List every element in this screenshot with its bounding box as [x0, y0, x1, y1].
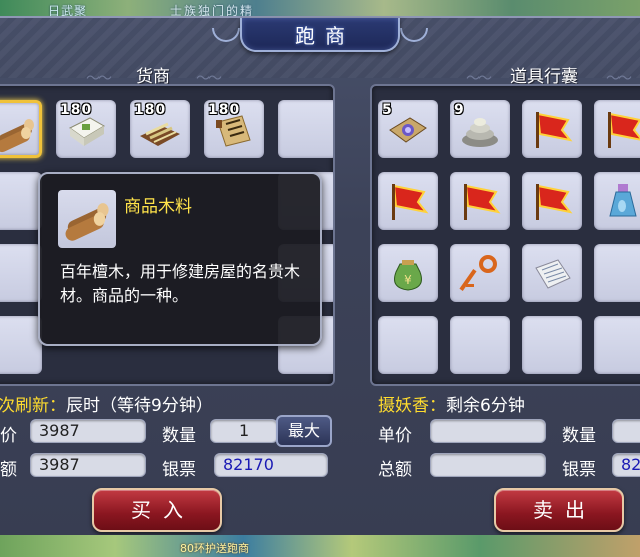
sell-quantity-input[interactable]	[612, 419, 640, 443]
window-title: 跑商	[295, 23, 355, 48]
buy-unit-price-field: 3987	[30, 419, 146, 443]
merchant-slot-wood[interactable]: 0	[0, 100, 42, 158]
inventory-slot-empty[interactable]	[378, 316, 438, 374]
incense-value: 剩余6分钟	[446, 396, 525, 416]
title-ornament	[212, 28, 240, 42]
merchant-slot-empty[interactable]	[0, 316, 42, 374]
sell-total-label: 总额	[378, 460, 412, 480]
inventory-slot-bag[interactable]: ¥	[378, 244, 438, 302]
tooltip-item-name: 商品木料	[124, 197, 192, 217]
inventory-slot-shell[interactable]: 9	[450, 100, 510, 158]
refresh-status: 次刷新：辰时（等待9分钟）	[0, 391, 213, 416]
max-quantity-button[interactable]: 最大	[276, 415, 332, 447]
herb-icon	[140, 122, 180, 146]
merchant-slot-empty[interactable]	[278, 100, 333, 158]
buy-notes-label: 银票	[162, 460, 196, 480]
red-flag-icon	[464, 184, 501, 220]
merchant-slot-salt[interactable]: 180	[56, 100, 116, 158]
potion-icon	[609, 184, 637, 217]
scroll-icon	[216, 115, 251, 147]
red-flag-icon	[608, 112, 640, 148]
shell-icon	[462, 118, 498, 147]
inventory-slot-flag[interactable]	[594, 100, 640, 158]
tooltip-icon-frame	[58, 190, 116, 248]
sell-quantity-label: 数量	[562, 426, 596, 446]
sell-unit-price-label: 单价	[378, 426, 412, 446]
money-bag-icon: ¥	[394, 260, 422, 291]
inventory-slot-flag[interactable]	[522, 172, 582, 230]
inventory-slot-empty[interactable]	[450, 316, 510, 374]
inventory-slot-flag[interactable]	[378, 172, 438, 230]
title-ornament	[400, 28, 428, 42]
inventory-slot-paper[interactable]	[522, 244, 582, 302]
salt-icon	[69, 117, 105, 146]
red-flag-icon	[392, 184, 429, 220]
inventory-slot-map[interactable]: 5	[378, 100, 438, 158]
merchant-slot-herb[interactable]: 180	[130, 100, 190, 158]
key-icon	[459, 255, 497, 291]
game-world-bottom: 80环护送跑商	[0, 535, 640, 557]
svg-text:¥: ¥	[404, 273, 412, 287]
buy-quantity-label: 数量	[162, 426, 196, 446]
inventory-slot-empty[interactable]	[594, 244, 640, 302]
merchant-slot-empty[interactable]	[0, 244, 42, 302]
merchant-slot-scroll[interactable]: 180	[204, 100, 264, 158]
title-banner: 跑商	[240, 18, 400, 52]
buy-quantity-input[interactable]: 1	[210, 419, 278, 443]
red-flag-icon	[536, 184, 573, 220]
inventory-slot-flag[interactable]	[522, 100, 582, 158]
buy-unit-price-label: 价	[0, 426, 17, 446]
merchant-slot-empty[interactable]	[0, 172, 42, 230]
sell-unit-price-field	[430, 419, 546, 443]
sell-notes-label: 银票	[562, 460, 596, 480]
sell-button[interactable]: 卖出	[494, 488, 624, 532]
sell-total-field	[430, 453, 546, 477]
incense-label: 摄妖香：	[378, 396, 446, 416]
buy-notes-field: 82170	[214, 453, 328, 477]
sell-notes-field: 82	[612, 453, 640, 477]
inventory-slot-potion[interactable]	[594, 172, 640, 230]
inventory-slot-key[interactable]	[450, 244, 510, 302]
buy-total-field: 3987	[30, 453, 146, 477]
tooltip-item-description: 百年檀木，用于修建房屋的名贵木材。商品的一种。	[60, 262, 301, 305]
buy-button[interactable]: 买入	[92, 488, 222, 532]
inventory-slot-empty[interactable]	[522, 316, 582, 374]
refresh-value: 辰时（等待9分钟）	[66, 396, 213, 416]
refresh-label: 次刷新：	[0, 396, 66, 416]
inventory-slot-flag[interactable]	[450, 172, 510, 230]
wood-icon	[0, 119, 34, 153]
wood-icon	[65, 203, 109, 241]
item-tooltip: 商品木料 百年檀木，用于修建房屋的名贵木材。商品的一种。	[38, 172, 322, 346]
buy-total-label: 额	[0, 460, 17, 480]
paper-icon	[535, 259, 571, 289]
red-flag-icon	[536, 112, 573, 148]
map-icon	[389, 117, 427, 143]
inventory-slot-empty[interactable]	[594, 316, 640, 374]
incense-status: 摄妖香：剩余6分钟	[378, 391, 525, 416]
world-text: 80环护送跑商	[180, 542, 249, 555]
inventory-grid: 5 9 ¥	[370, 84, 640, 386]
